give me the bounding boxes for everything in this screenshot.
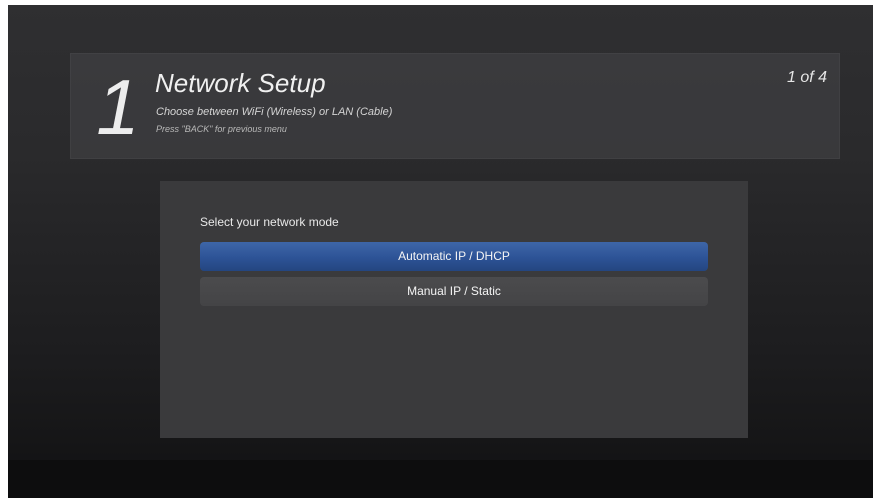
- network-mode-prompt: Select your network mode: [200, 215, 339, 229]
- page-title: Network Setup: [155, 68, 326, 98]
- bottom-band: [8, 460, 873, 498]
- step-indicator: 1 of 4: [786, 69, 827, 86]
- network-mode-panel: Select your network mode Automatic IP / …: [160, 181, 748, 438]
- option-automatic-dhcp[interactable]: Automatic IP / DHCP: [200, 242, 708, 271]
- page-subtitle: Choose between WiFi (Wireless) or LAN (C…: [156, 106, 393, 118]
- option-manual-static[interactable]: Manual IP / Static: [200, 277, 708, 306]
- tv-screen: 1 Network Setup Choose between WiFi (Wir…: [8, 5, 873, 498]
- setup-header: 1 Network Setup Choose between WiFi (Wir…: [70, 53, 840, 159]
- back-hint: Press "BACK" for previous menu: [156, 124, 287, 134]
- step-number: 1: [96, 63, 140, 151]
